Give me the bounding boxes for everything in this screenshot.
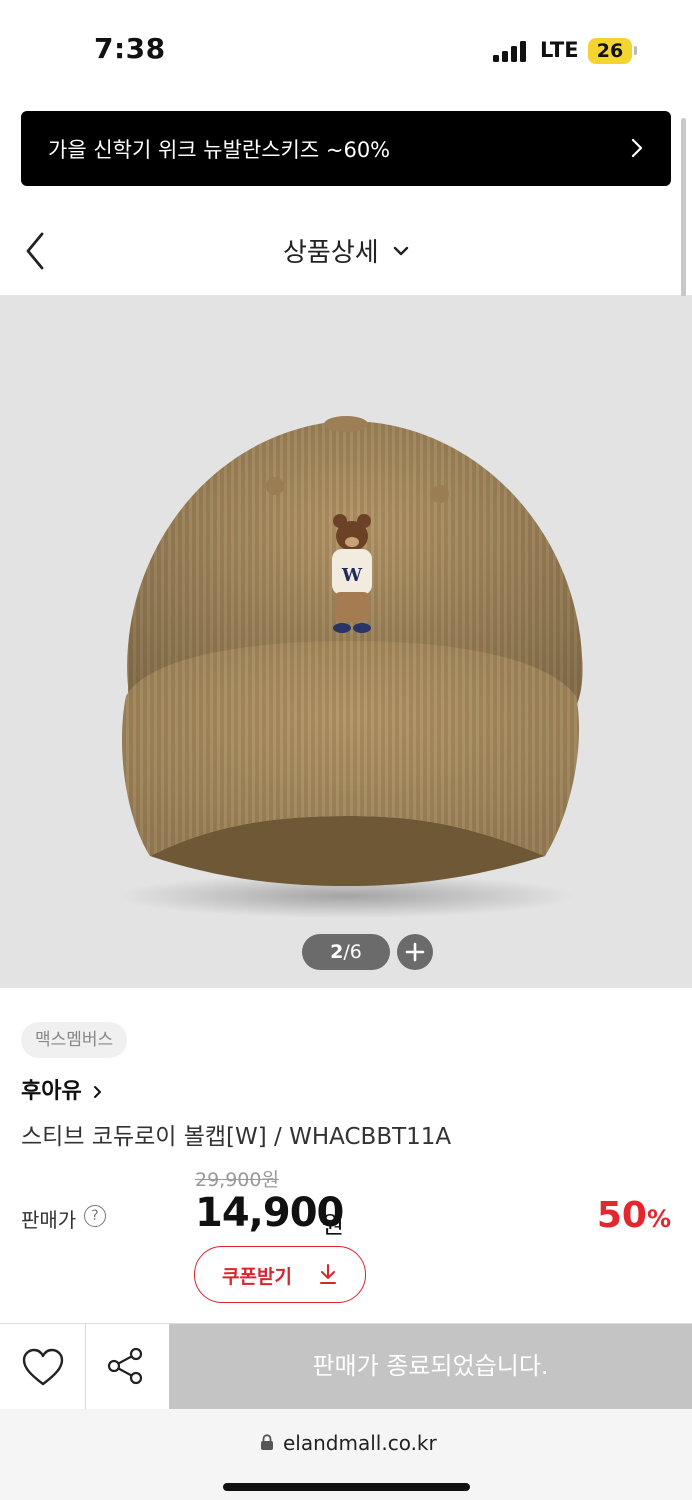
- share-button[interactable]: [86, 1324, 169, 1409]
- browser-url-bar[interactable]: elandmall.co.kr: [0, 1409, 692, 1500]
- zoom-button[interactable]: [397, 934, 433, 970]
- price-label: 판매가: [21, 1208, 77, 1232]
- share-icon: [107, 1347, 143, 1385]
- discount-value: 50: [596, 1195, 647, 1236]
- plus-icon: [405, 942, 425, 962]
- status-time: 7:38: [94, 32, 166, 65]
- url-text: elandmall.co.kr: [283, 1431, 437, 1455]
- bear-embroidery: W: [332, 514, 372, 633]
- discount-rate: 50%: [597, 1195, 671, 1236]
- wishlist-button[interactable]: [0, 1324, 86, 1409]
- home-indicator: [223, 1483, 470, 1491]
- pager-total: /6: [343, 941, 362, 963]
- original-price: 29,900원: [195, 1169, 279, 1191]
- chevron-right-icon: [94, 1086, 102, 1098]
- membership-badge: 맥스멤버스: [21, 1022, 128, 1058]
- lock-icon: [261, 1434, 273, 1450]
- brand-name: 후아유: [21, 1079, 82, 1104]
- sale-price-unit: 원: [322, 1211, 345, 1239]
- battery-icon: 26: [588, 38, 632, 64]
- brand-link[interactable]: 후아유: [21, 1073, 103, 1105]
- product-image[interactable]: W: [0, 296, 692, 988]
- header: 상품상세: [0, 200, 692, 296]
- status-bar: 7:38 LTE 26: [0, 0, 692, 100]
- chevron-right-icon: [631, 138, 643, 158]
- heart-icon: [22, 1348, 64, 1386]
- coupon-label: 쿠폰받기: [222, 1266, 292, 1288]
- coupon-button[interactable]: 쿠폰받기: [194, 1246, 366, 1303]
- signal-icon: [493, 40, 529, 62]
- pager-current: 2: [330, 941, 344, 963]
- discount-unit: %: [646, 1205, 671, 1233]
- download-icon: [320, 1264, 336, 1284]
- svg-text:W: W: [341, 565, 363, 586]
- bottom-action-bar: 판매가 종료되었습니다.: [0, 1323, 692, 1409]
- chevron-down-icon: [393, 246, 409, 255]
- battery-nub: [634, 46, 637, 55]
- help-icon[interactable]: ?: [84, 1205, 106, 1227]
- promo-text: 가을 신학기 위크 뉴발란스키즈 ~60%: [48, 138, 391, 162]
- network-label: LTE: [540, 38, 579, 62]
- gallery-pager: 2/6: [302, 934, 390, 970]
- product-name: 스티브 코듀로이 볼캡[W] / WHACBBT11A: [21, 1124, 452, 1150]
- page-title: 상품상세: [283, 238, 379, 268]
- promo-banner[interactable]: 가을 신학기 위크 뉴발란스키즈 ~60%: [21, 111, 671, 186]
- sold-out-button[interactable]: 판매가 종료되었습니다.: [169, 1324, 692, 1409]
- page-title-dropdown[interactable]: 상품상세: [0, 232, 692, 269]
- cap-illustration: W: [116, 416, 583, 918]
